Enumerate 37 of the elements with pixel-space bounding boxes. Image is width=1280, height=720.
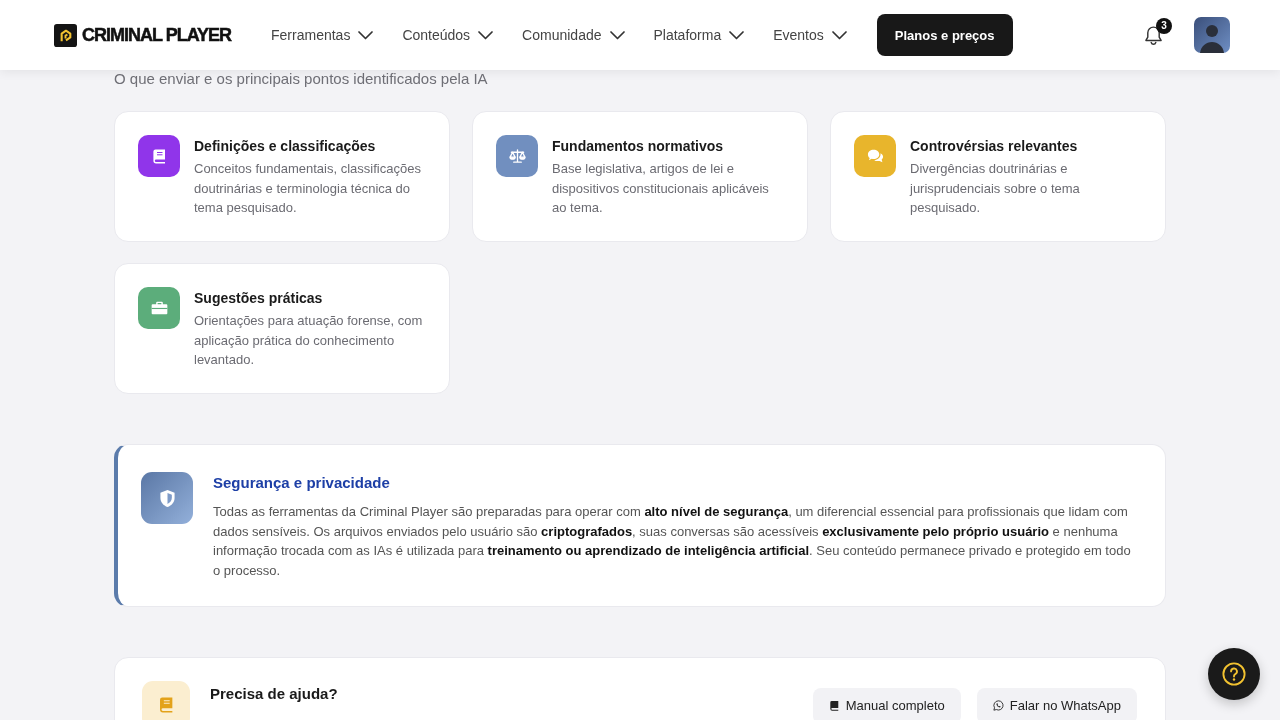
notification-bell-button[interactable] bbox=[1144, 24, 1163, 46]
nav-menu-item[interactable]: Conteúdos bbox=[402, 23, 494, 47]
card-description: Conceitos fundamentais, classificações doutrinárias e terminologia técnica do tema pesquisado. bbox=[194, 160, 422, 217]
section-subtitle: O que enviar e os principais pontos identificados pela IA bbox=[114, 70, 489, 88]
card-title: Definições e classificações bbox=[194, 137, 377, 156]
notification-badge: 3 bbox=[1156, 17, 1172, 34]
card-description: Divergências doutrinárias e jurisprudenciais sobre o tema pesquisado. bbox=[910, 160, 1081, 217]
nav-menu-item[interactable]: Eventos bbox=[773, 23, 847, 47]
whatsapp-button[interactable]: Falar no WhatsApp bbox=[976, 687, 1137, 720]
logo-icon[interactable] bbox=[54, 23, 77, 47]
whatsapp-icon bbox=[992, 700, 1004, 712]
shield-icon bbox=[141, 472, 193, 524]
nav-menu-item[interactable]: Plataforma bbox=[653, 23, 745, 47]
user-avatar-icon[interactable] bbox=[1194, 17, 1230, 53]
card-title: Sugestões práticas bbox=[194, 289, 324, 308]
manual-button[interactable]: Manual completo bbox=[812, 687, 961, 720]
help-button[interactable] bbox=[1208, 648, 1260, 700]
nav-menu-item[interactable]: Comunidade bbox=[522, 23, 625, 47]
nav-menu-item[interactable]: Ferramentas bbox=[271, 23, 374, 47]
plans-button[interactable]: Planos e preços bbox=[876, 14, 1013, 56]
help-title: Precisa de ajuda? bbox=[210, 683, 338, 704]
card-title: Controvérsias relevantes bbox=[910, 137, 1079, 156]
brand-name[interactable]: CRIMINAL PLAYER bbox=[82, 25, 232, 45]
chevron-down-icon bbox=[609, 30, 625, 40]
question-circle-icon bbox=[1222, 662, 1246, 686]
bell-icon bbox=[1144, 24, 1163, 46]
book-icon bbox=[142, 680, 190, 720]
security-description: Todas as ferramentas da Criminal Player são preparadas para operar com alto nível de segurança, um diferencial essencial para profissionais que lidam com dados sensíveis. Os arquivos enviados pelo usuário são criptografados, suas conversas são acessíveis exclusivamente pelo próprio usuário e nenhuma informação trocada com as IAs é utilizada para treinamento ou aprendizado de inteligência artificial. Seu conteúdo permanece privado e protegido em todo o processo. bbox=[213, 503, 1132, 581]
card-title: Fundamentos normativos bbox=[552, 137, 725, 156]
chevron-down-icon bbox=[478, 30, 494, 40]
card-description: Orientações para atuação forense, com aplicação prática do conhecimento levantado. bbox=[194, 312, 424, 369]
chevron-down-icon bbox=[831, 30, 847, 40]
chevron-down-icon bbox=[729, 30, 745, 40]
book-icon bbox=[828, 700, 840, 712]
chevron-down-icon bbox=[358, 30, 374, 40]
security-title: Segurança e privacidade bbox=[213, 473, 391, 493]
card-description: Base legislativa, artigos de lei e dispositivos constitucionais aplicáveis ao tema. bbox=[552, 160, 770, 217]
